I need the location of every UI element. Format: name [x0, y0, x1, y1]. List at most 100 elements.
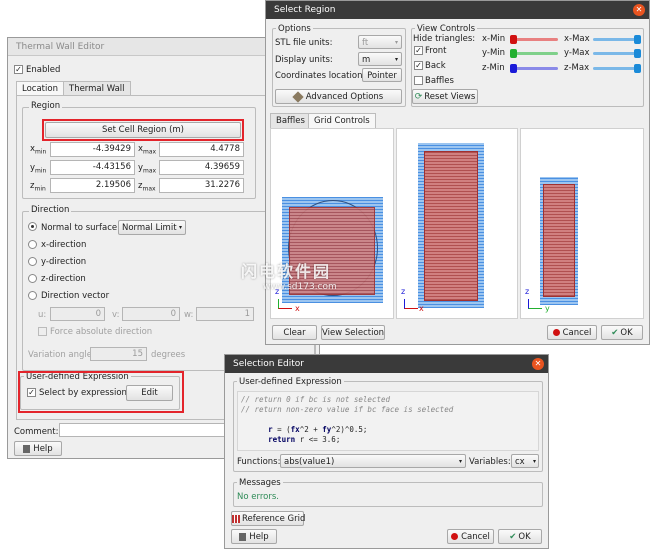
cancel-label: Cancel: [461, 532, 490, 542]
axis-origin-icon: [528, 299, 542, 309]
variation-angle-field[interactable]: 15: [90, 347, 147, 361]
ymin-slider-handle[interactable]: [510, 49, 517, 58]
zmax-subscript: max: [142, 185, 156, 193]
chevron-down-icon: ▾: [178, 224, 182, 231]
pointer-button[interactable]: Pointer: [362, 68, 402, 82]
watermark-url: www.sd173.com: [263, 282, 337, 292]
zmin-slider-handle[interactable]: [510, 64, 517, 73]
normal-limit-dropdown[interactable]: Normal Limit ▾: [118, 220, 186, 235]
back-checkbox[interactable]: ✓: [414, 61, 423, 70]
functions-value: abs(value1): [284, 457, 335, 467]
cancel-label: Cancel: [562, 328, 592, 338]
zmin-field[interactable]: 2.19506: [50, 178, 135, 193]
ymin-field[interactable]: -4.43156: [50, 160, 135, 175]
region-group-title: Region: [29, 101, 63, 111]
direction-vector-radio[interactable]: [28, 291, 37, 300]
ok-button[interactable]: ✔ OK: [601, 325, 643, 340]
zmax-slider[interactable]: [593, 64, 641, 73]
help-button[interactable]: Help: [14, 441, 62, 456]
enabled-checkbox[interactable]: ✓: [14, 65, 23, 74]
chevron-down-icon: ▾: [458, 458, 462, 465]
u-field[interactable]: 0: [50, 307, 105, 321]
tab-grid-controls[interactable]: Grid Controls: [308, 113, 376, 128]
v-field[interactable]: 0: [122, 307, 180, 321]
zmin-slider[interactable]: [510, 64, 558, 73]
enabled-label: Enabled: [26, 65, 61, 75]
chevron-down-icon: ▾: [394, 39, 398, 46]
coordinates-location-label: Coordinates location:: [275, 71, 366, 81]
baffles-checkbox[interactable]: [414, 76, 423, 85]
grid-icon: [232, 514, 240, 523]
y-direction-radio[interactable]: [28, 257, 37, 266]
xmax-slider[interactable]: [593, 35, 641, 44]
ymax-subscript: max: [143, 167, 157, 175]
reset-views-button[interactable]: ⟳ Reset Views: [412, 89, 478, 104]
zmax-slider-handle[interactable]: [634, 64, 641, 73]
tab-baffles[interactable]: Baffles: [270, 113, 311, 128]
variables-dropdown[interactable]: cx ▾: [511, 454, 539, 468]
xmax-field[interactable]: 4.4778: [159, 142, 244, 157]
functions-dropdown[interactable]: abs(value1) ▾: [280, 454, 466, 468]
axis-origin-icon: [404, 299, 418, 309]
mesh-selected-front: [424, 151, 478, 301]
axis-origin-icon: [278, 299, 292, 309]
xmax-slider-handle[interactable]: [634, 35, 641, 44]
axis-x-label: x: [419, 304, 424, 313]
reference-grid-button[interactable]: Reference Grid: [231, 511, 305, 526]
help-button[interactable]: Help: [231, 529, 277, 544]
selection-editor-window: Selection Editor ✕ User-defined Expressi…: [224, 354, 549, 549]
zmax-slider-label: z-Max: [564, 63, 590, 73]
tab-location[interactable]: Location: [16, 81, 64, 96]
w-field[interactable]: 1: [196, 307, 254, 321]
xmin-slider[interactable]: [510, 35, 558, 44]
xmin-slider-label: x-Min: [482, 34, 506, 44]
ymax-slider-label: y-Max: [564, 48, 590, 58]
help-label: Help: [33, 444, 53, 454]
ymin-subscript: min: [35, 167, 47, 175]
help-icon: [23, 444, 31, 453]
cancel-button[interactable]: Cancel: [447, 529, 494, 544]
back-label: Back: [425, 61, 446, 71]
ok-label: OK: [620, 328, 633, 338]
reset-views-label: Reset Views: [424, 92, 476, 102]
direction-vector-label: Direction vector: [41, 291, 110, 301]
ymax-slider[interactable]: [593, 49, 641, 58]
viewport-front[interactable]: z x: [396, 128, 518, 319]
x-direction-radio[interactable]: [28, 240, 37, 249]
clear-button[interactable]: Clear: [272, 325, 317, 340]
xmin-subscript: min: [35, 148, 47, 156]
normal-to-surface-radio[interactable]: [28, 222, 37, 231]
display-units-dropdown[interactable]: m ▾: [358, 52, 402, 66]
z-direction-label: z-direction: [41, 274, 86, 284]
stl-units-dropdown[interactable]: ft ▾: [358, 35, 402, 49]
front-checkbox[interactable]: ✓: [414, 46, 423, 55]
xmin-slider-handle[interactable]: [510, 35, 517, 44]
z-direction-radio[interactable]: [28, 274, 37, 283]
ymin-label: ymin: [30, 163, 47, 175]
window-title: Selection Editor: [233, 359, 304, 369]
stl-units-value: ft: [362, 38, 369, 48]
cancel-button[interactable]: Cancel: [547, 325, 597, 340]
close-icon[interactable]: ✕: [532, 358, 544, 370]
zmin-subscript: min: [34, 185, 46, 193]
direction-group-title: Direction: [29, 205, 72, 215]
zmax-label: zmax: [138, 181, 156, 193]
xmin-field[interactable]: -4.39429: [50, 142, 135, 157]
zmax-field[interactable]: 31.2276: [159, 178, 244, 193]
force-absolute-checkbox[interactable]: [38, 327, 47, 336]
tab-thermal-wall[interactable]: Thermal Wall: [63, 81, 131, 96]
code-line-4: return r <= 3.6;: [241, 425, 340, 455]
comment-field[interactable]: [59, 423, 229, 437]
window-title: Select Region: [274, 5, 336, 15]
view-selection-button[interactable]: View Selection: [321, 325, 385, 340]
close-icon[interactable]: ✕: [633, 4, 645, 16]
ok-button[interactable]: ✔ OK: [498, 529, 542, 544]
zmin-slider-label: z-Min: [482, 63, 505, 73]
ymin-slider[interactable]: [510, 49, 558, 58]
ymax-slider-handle[interactable]: [634, 49, 641, 58]
ymax-field[interactable]: 4.39659: [159, 160, 244, 175]
user-expression-title: User-defined Expression: [237, 377, 344, 387]
expression-editor[interactable]: // return 0 if bc is not selected // ret…: [237, 391, 539, 451]
viewport-side[interactable]: z y: [520, 128, 644, 319]
advanced-options-button[interactable]: Advanced Options: [275, 89, 402, 104]
